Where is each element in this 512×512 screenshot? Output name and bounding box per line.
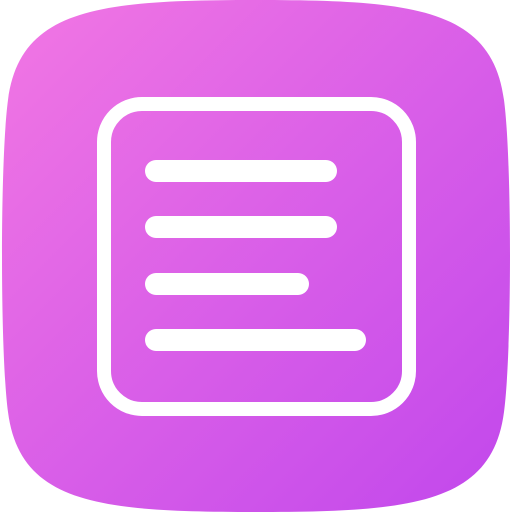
app-icon-graphic [2,0,510,512]
icon-background [2,0,510,512]
app-icon[interactable] [0,0,512,512]
